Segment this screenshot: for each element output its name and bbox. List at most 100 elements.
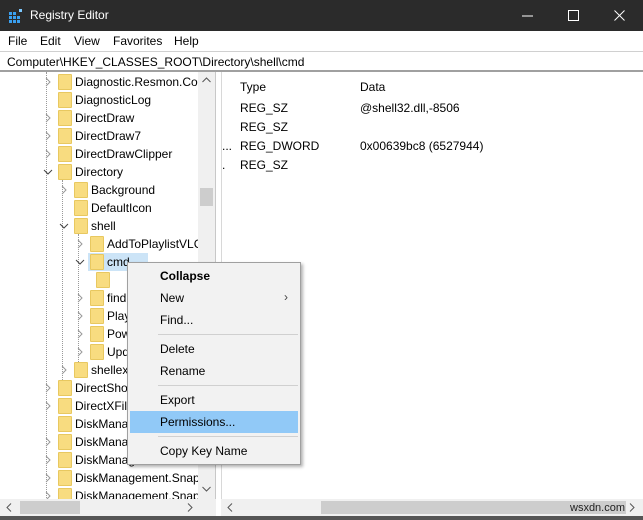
chevron-down-icon[interactable] — [75, 257, 85, 267]
chevron-right-icon[interactable] — [43, 113, 53, 123]
context-menu-item-collapse[interactable]: Collapse — [130, 265, 298, 287]
folder-icon — [58, 380, 72, 396]
folder-icon — [90, 344, 104, 360]
folder-icon — [74, 200, 88, 216]
chevron-down-icon[interactable] — [59, 221, 69, 231]
value-name-truncated: ... — [222, 139, 233, 153]
maximize-icon — [568, 9, 579, 21]
scroll-right-icon[interactable] — [629, 503, 635, 512]
column-header-type[interactable]: Type — [240, 80, 266, 94]
scroll-down-icon[interactable] — [202, 486, 211, 492]
tree-item[interactable]: Background — [0, 181, 200, 199]
window-bottom-edge — [0, 516, 643, 520]
chevron-right-icon[interactable] — [43, 401, 53, 411]
minimize-icon — [522, 15, 533, 16]
chevron-right-icon[interactable] — [43, 455, 53, 465]
chevron-right-icon[interactable] — [75, 311, 85, 321]
chevron-right-icon[interactable] — [75, 239, 85, 249]
menu-view[interactable]: View — [74, 34, 100, 48]
context-menu-item-find[interactable]: Find... — [130, 309, 298, 331]
folder-icon — [90, 236, 104, 252]
menu-file[interactable]: File — [8, 34, 27, 48]
menu-bar: File Edit View Favorites Help — [0, 31, 643, 51]
tree-horizontal-scrollbar[interactable] — [0, 499, 216, 516]
tree-item[interactable]: DefaultIcon — [0, 199, 200, 217]
scroll-left-icon[interactable] — [6, 503, 12, 512]
minimize-button[interactable] — [505, 0, 551, 31]
tree-item-label: DirectDraw7 — [75, 129, 142, 143]
tree-item[interactable]: AddToPlaylistVLC — [0, 235, 203, 253]
window-title: Registry Editor — [30, 8, 109, 22]
menu-edit[interactable]: Edit — [40, 34, 61, 48]
chevron-right-icon[interactable] — [43, 77, 53, 87]
menu-item-label: Find... — [160, 313, 194, 327]
chevron-right-icon[interactable] — [43, 383, 53, 393]
value-name-truncated: . — [222, 158, 226, 172]
menu-help[interactable]: Help — [174, 34, 199, 48]
folder-icon — [58, 128, 72, 144]
tree-item[interactable]: DirectDraw — [0, 109, 200, 127]
folder-icon — [74, 362, 88, 378]
chevron-right-icon[interactable] — [43, 149, 53, 159]
folder-icon — [58, 398, 72, 414]
registry-editor-icon — [9, 9, 22, 23]
menu-item-label: New — [160, 291, 185, 305]
context-menu: Collapse New › Find... Delete Rename Export Per… — [127, 262, 301, 465]
value-data: @shell32.dll,-8506 — [360, 101, 460, 115]
context-menu-item-permissions[interactable]: Permissions... — [130, 411, 298, 433]
chevron-right-icon[interactable] — [75, 293, 85, 303]
address-bar[interactable]: Computer\HKEY_CLASSES_ROOT\Directory\she… — [0, 51, 643, 72]
tree-item[interactable]: DiagnosticLog — [0, 91, 200, 109]
context-menu-item-copy-key-name[interactable]: Copy Key Name — [130, 440, 298, 462]
context-menu-item-export[interactable]: Export — [130, 389, 298, 411]
context-menu-item-delete[interactable]: Delete — [130, 338, 298, 360]
close-icon — [614, 9, 625, 21]
scroll-up-icon[interactable] — [202, 77, 211, 83]
tree-hscroll-thumb[interactable] — [20, 501, 80, 514]
context-menu-item-rename[interactable]: Rename — [130, 360, 298, 382]
title-bar: Registry Editor — [0, 0, 643, 31]
value-type: REG_SZ — [240, 158, 289, 172]
context-menu-item-new[interactable]: New › — [130, 287, 298, 309]
chevron-right-icon[interactable] — [59, 365, 69, 375]
column-header-data[interactable]: Data — [360, 80, 385, 94]
tree-item-label: DirectXFil — [75, 399, 128, 413]
chevron-right-icon[interactable] — [59, 185, 69, 195]
tree-item[interactable]: DirectDraw7 — [0, 127, 200, 145]
menu-separator — [158, 436, 298, 437]
tree-scroll-thumb[interactable] — [200, 188, 213, 206]
chevron-right-icon[interactable] — [43, 473, 53, 483]
tree-item-label: AddToPlaylistVLC — [107, 237, 203, 251]
chevron-right-icon[interactable] — [75, 347, 85, 357]
tree-item-label: Upd — [107, 345, 130, 359]
tree-item-label: find — [107, 291, 127, 305]
menu-favorites[interactable]: Favorites — [113, 34, 162, 48]
folder-icon — [90, 290, 104, 306]
tree-item[interactable]: Directory — [0, 163, 200, 181]
watermark: wsxdn.com — [570, 502, 626, 514]
tree-item[interactable]: DirectDrawClipper — [0, 145, 200, 163]
folder-icon — [58, 470, 72, 486]
chevron-down-icon[interactable] — [43, 167, 53, 177]
tree-item-label: DirectDraw — [75, 111, 135, 125]
folder-icon — [58, 452, 72, 468]
tree-item[interactable]: Diagnostic.Resmon.Cor — [0, 73, 202, 91]
scroll-left-icon[interactable] — [227, 503, 233, 512]
tree-item-label: Background — [91, 183, 156, 197]
maximize-button[interactable] — [551, 0, 597, 31]
tree-item[interactable]: DiskManagement.Snap — [0, 469, 200, 487]
value-data: 0x00639bc8 (6527944) — [360, 139, 484, 153]
chevron-right-icon[interactable] — [43, 437, 53, 447]
folder-icon — [58, 110, 72, 126]
menu-item-label: Delete — [160, 342, 195, 356]
close-button[interactable] — [597, 0, 643, 31]
address-path[interactable]: Computer\HKEY_CLASSES_ROOT\Directory\she… — [7, 55, 304, 69]
chevron-right-icon[interactable] — [75, 329, 85, 339]
tree-item-label: Directory — [75, 165, 124, 179]
chevron-right-icon[interactable] — [43, 131, 53, 141]
scroll-right-icon[interactable] — [187, 503, 193, 512]
tree-item-label: DiskManagement.Snap — [75, 471, 200, 485]
value-type: REG_DWORD — [240, 139, 320, 153]
tree-item[interactable]: shell — [0, 217, 200, 235]
value-type: REG_SZ — [240, 101, 289, 115]
